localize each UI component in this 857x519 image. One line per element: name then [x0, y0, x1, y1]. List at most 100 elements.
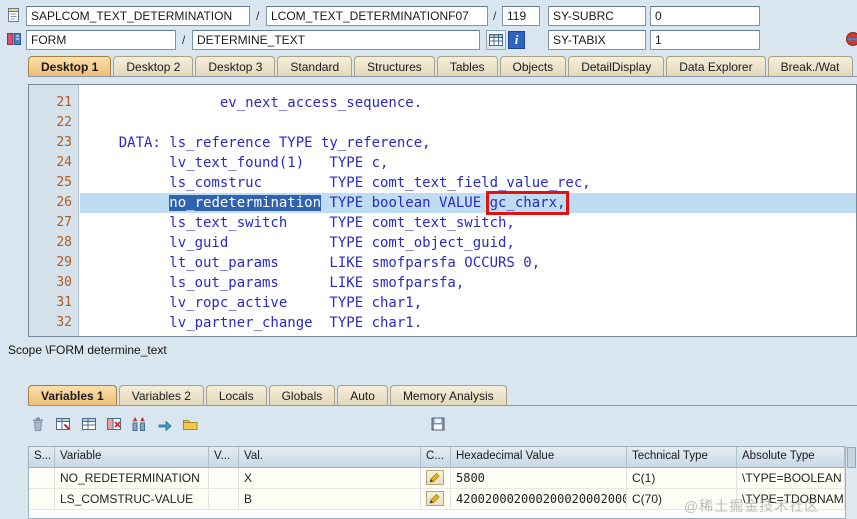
forward-button[interactable] — [155, 414, 175, 434]
cell-value: B — [239, 489, 421, 510]
code-line[interactable]: 27 ls_text_switch TYPE comt_text_switch, — [29, 213, 856, 233]
tab-label: Standard — [290, 60, 340, 74]
save-button[interactable] — [428, 414, 448, 434]
display-grid-button[interactable] — [486, 30, 506, 50]
cell-variable: NO_REDETERMINATION — [55, 468, 209, 489]
variable-row[interactable]: LS_COMSTRUC-VALUE B 42002000200020002000… — [29, 489, 845, 510]
table-display-button[interactable] — [79, 414, 99, 434]
event-name-field[interactable]: DETERMINE_TEXT — [192, 30, 480, 50]
line-number[interactable]: 21 — [29, 93, 79, 113]
column-header-s[interactable]: S... — [29, 447, 55, 468]
column-header-absolute-type[interactable]: Absolute Type — [737, 447, 845, 468]
status-icon[interactable] — [845, 31, 857, 49]
line-number[interactable]: 30 — [29, 273, 79, 293]
code-line[interactable]: 25 ls_comstruc TYPE comt_text_field_valu… — [29, 173, 856, 193]
cell-technical-type: C(1) — [627, 468, 737, 489]
sy-subrc-label: SY-SUBRC — [553, 9, 614, 23]
line-number[interactable]: 24 — [29, 153, 79, 173]
delete-variables-button[interactable] — [28, 414, 48, 434]
code-line[interactable]: 29 lt_out_params LIKE smofparsfa OCCURS … — [29, 253, 856, 273]
pencil-icon — [429, 473, 440, 483]
tab-objects[interactable]: Objects — [499, 56, 567, 76]
column-header-v[interactable]: V... — [209, 447, 239, 468]
tab-memory-analysis[interactable]: Memory Analysis — [389, 385, 507, 405]
tab-label: Structures — [367, 60, 422, 74]
technical-type: C(70) — [632, 492, 663, 506]
event-type-field[interactable]: FORM — [26, 30, 176, 50]
info-button[interactable]: i — [508, 31, 525, 49]
line-number[interactable]: 32 — [29, 313, 79, 333]
table-icon — [81, 418, 96, 430]
cell-view[interactable] — [209, 468, 239, 489]
tab-variables-2[interactable]: Variables 2 — [118, 385, 204, 405]
line-number[interactable]: 25 — [29, 173, 79, 193]
tab-desktop-1[interactable]: Desktop 1 — [28, 56, 112, 76]
cell-change — [421, 468, 451, 489]
edit-hex-button[interactable] — [426, 491, 444, 506]
column-header-val[interactable]: Val. — [239, 447, 421, 468]
cell-absolute-type: \TYPE=TDOBNAME — [737, 489, 845, 510]
line-number[interactable]: 27 — [29, 213, 79, 233]
cell-selection[interactable] — [29, 489, 55, 510]
document-icon — [6, 7, 24, 25]
line-number[interactable]: 23 — [29, 133, 79, 153]
cell-change — [421, 489, 451, 510]
sy-tabix-label-field[interactable]: SY-TABIX — [548, 30, 646, 50]
line-number[interactable]: 26 — [29, 193, 79, 213]
code-lines: 21 ev_next_access_sequence. 22 23 DATA: … — [29, 93, 856, 333]
tab-variables-1[interactable]: Variables 1 — [28, 385, 117, 405]
sy-subrc-value-field[interactable]: 0 — [650, 6, 760, 26]
code-text-mid: TYPE boolean VALUE — [321, 195, 490, 211]
tab-structures[interactable]: Structures — [354, 56, 435, 76]
tab-label: Auto — [350, 389, 375, 403]
column-header-variable[interactable]: Variable — [55, 447, 209, 468]
table-scrollbar[interactable] — [845, 446, 857, 519]
code-line[interactable]: 28 lv_guid TYPE comt_object_guid, — [29, 233, 856, 253]
column-header-hex-value[interactable]: Hexadecimal Value — [451, 447, 627, 468]
line-number[interactable]: 22 — [29, 113, 79, 133]
variable-row[interactable]: NO_REDETERMINATION X 5800 C(1) \TYPE=BOO… — [29, 468, 845, 489]
code-line[interactable]: 31 lv_ropc_active TYPE char1, — [29, 293, 856, 313]
tab-data-explorer[interactable]: Data Explorer — [666, 56, 766, 76]
code-line-current[interactable]: 26 no_redetermination TYPE boolean VALUE… — [29, 191, 856, 215]
code-text: ls_out_params LIKE smofparsfa, — [85, 275, 465, 291]
code-line[interactable]: 24 lv_text_found(1) TYPE c, — [29, 153, 856, 173]
folder-button[interactable] — [180, 414, 200, 434]
table-edit-button[interactable] — [53, 414, 73, 434]
tab-tables[interactable]: Tables — [436, 56, 498, 76]
tab-desktop-2[interactable]: Desktop 2 — [113, 56, 194, 76]
tab-detaildisplay[interactable]: DetailDisplay — [568, 56, 665, 76]
code-line[interactable]: 21 ev_next_access_sequence. — [29, 93, 856, 113]
line-number-field[interactable]: 119 — [502, 6, 540, 26]
tab-desktop-3[interactable]: Desktop 3 — [195, 56, 276, 76]
cell-view[interactable] — [209, 489, 239, 510]
include-field[interactable]: LCOM_TEXT_DETERMINATIONF07 — [266, 6, 488, 26]
sort-columns-button[interactable] — [129, 414, 149, 434]
line-number[interactable]: 29 — [29, 253, 79, 273]
edit-hex-button[interactable] — [426, 470, 444, 485]
tab-locals[interactable]: Locals — [205, 385, 267, 405]
code-line[interactable]: 23 DATA: ls_reference TYPE ty_reference, — [29, 133, 856, 153]
table-delete-button[interactable] — [104, 414, 124, 434]
tab-break-watchpoints[interactable]: Break./Wat — [767, 56, 853, 76]
code-line[interactable]: 32 lv_partner_change TYPE char1. — [29, 313, 856, 333]
tab-globals[interactable]: Globals — [268, 385, 336, 405]
folder-icon — [183, 420, 198, 430]
code-line[interactable]: 22 — [29, 113, 856, 133]
program-field[interactable]: SAPLCOM_TEXT_DETERMINATION — [26, 6, 250, 26]
separator-slash: / — [182, 33, 186, 47]
tab-standard[interactable]: Standard — [277, 56, 353, 76]
sy-subrc-label-field[interactable]: SY-SUBRC — [548, 6, 646, 26]
cell-value: X — [239, 468, 421, 489]
tab-auto[interactable]: Auto — [337, 385, 388, 405]
column-header-technical-type[interactable]: Technical Type — [627, 447, 737, 468]
line-number[interactable]: 31 — [29, 293, 79, 313]
scrollbar-thumb[interactable] — [847, 447, 856, 468]
line-number[interactable]: 28 — [29, 233, 79, 253]
line-number-field-value: 119 — [507, 9, 527, 23]
cell-selection[interactable] — [29, 468, 55, 489]
sy-tabix-value-field[interactable]: 1 — [650, 30, 760, 50]
column-header-c[interactable]: C... — [421, 447, 451, 468]
code-editor[interactable]: 21 ev_next_access_sequence. 22 23 DATA: … — [28, 84, 857, 337]
code-line[interactable]: 30 ls_out_params LIKE smofparsfa, — [29, 273, 856, 293]
